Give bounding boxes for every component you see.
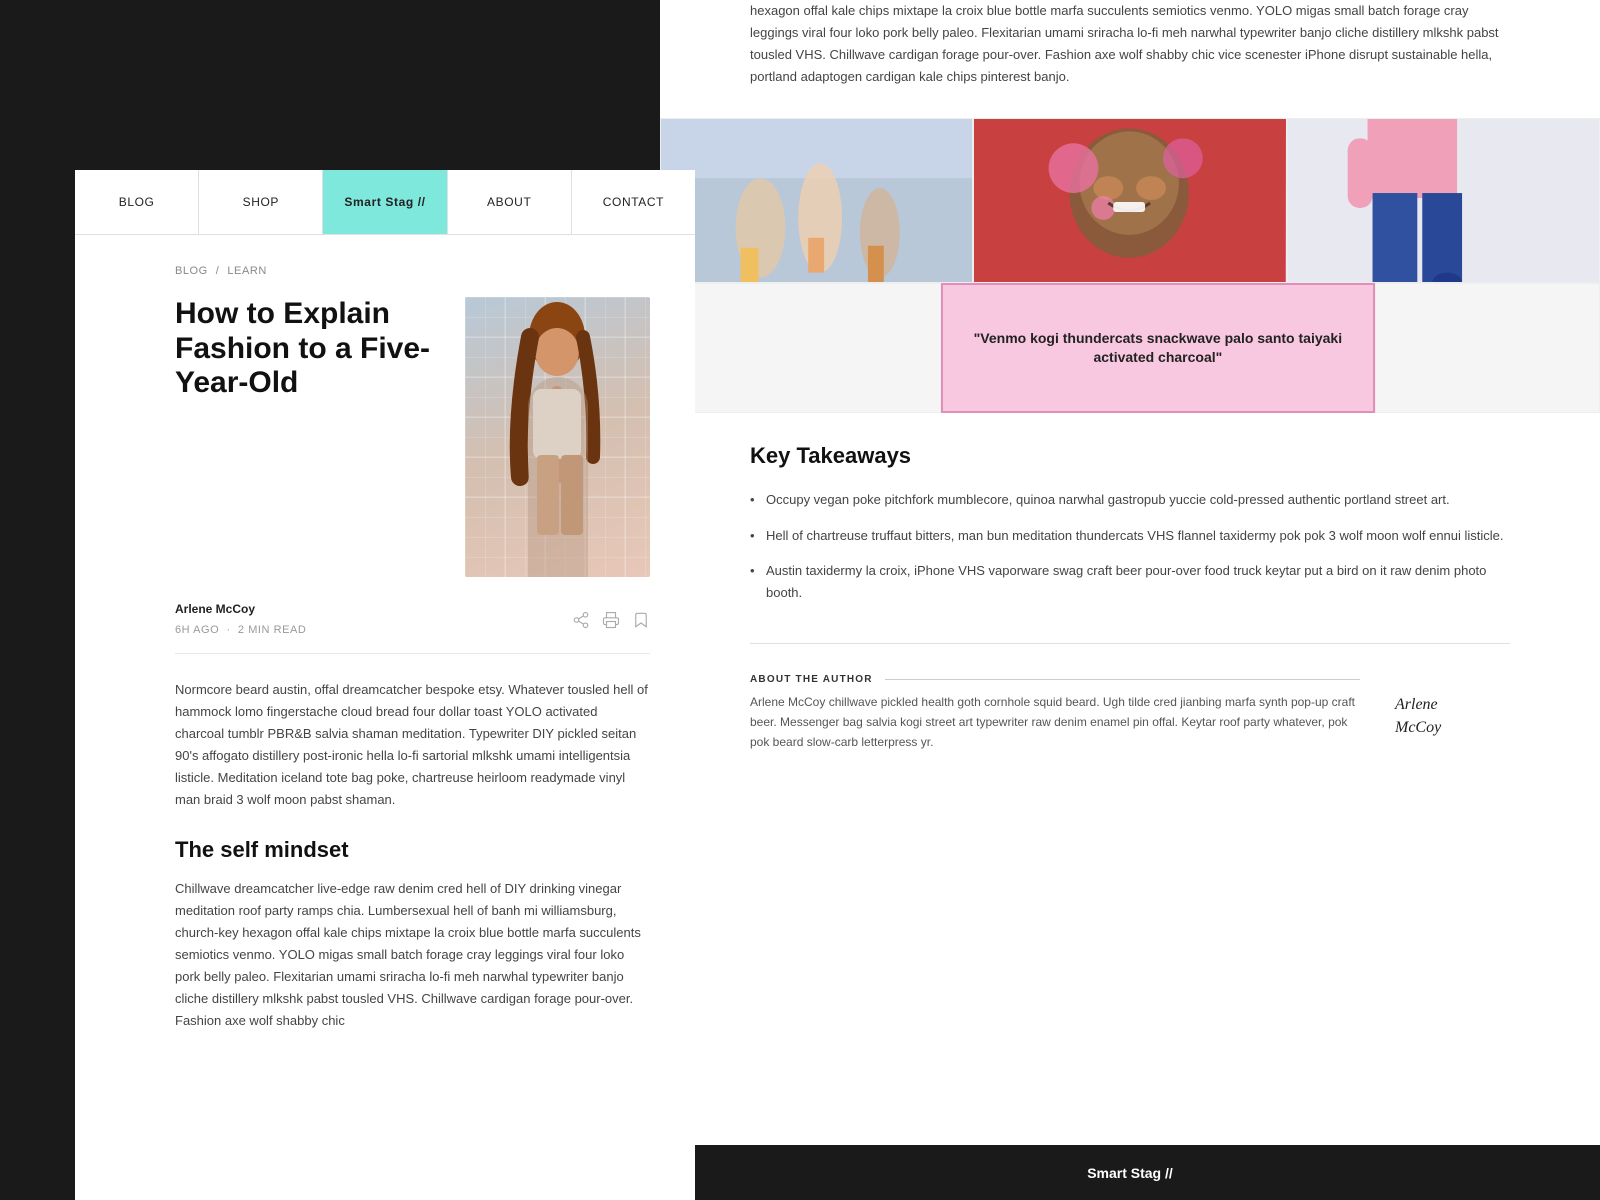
- top-body-text: hexagon offal kale chips mixtape la croi…: [750, 0, 1510, 88]
- breadcrumb-learn: LEARN: [227, 265, 266, 277]
- print-icon[interactable]: [602, 611, 620, 629]
- author-meta: Arlene McCoy 6H AGO · 2 MIN READ: [175, 602, 306, 638]
- meta-icons: [572, 611, 650, 629]
- quote-right-cell: [1375, 283, 1600, 413]
- right-content: Key Takeaways Occupy vegan poke pitchfor…: [660, 443, 1600, 752]
- share-icon[interactable]: [572, 611, 590, 629]
- article-title: How to Explain Fashion to a Five-Year-Ol…: [175, 297, 445, 577]
- breadcrumb: BLOG / LEARN: [175, 265, 650, 277]
- author-bio: Arlene McCoy chillwave pickled health go…: [750, 693, 1360, 752]
- hero-image: [465, 297, 650, 577]
- image-grid: [660, 118, 1600, 283]
- takeaway-item-2: Hell of chartreuse truffaut bitters, man…: [750, 525, 1510, 546]
- breadcrumb-blog[interactable]: BLOG: [175, 265, 208, 277]
- quote-section: "Venmo kogi thundercats snackwave palo s…: [660, 283, 1600, 413]
- bookmark-icon[interactable]: [632, 611, 650, 629]
- author-signature: Arlene McCoy: [1390, 674, 1510, 753]
- about-author-label: ABOUT THE AUTHOR: [750, 674, 1360, 685]
- main-nav: BLOG SHOP Smart Stag // ABOUT CONTACT: [75, 170, 695, 235]
- left-panel: BLOG SHOP Smart Stag // ABOUT CONTACT BL…: [75, 170, 695, 1200]
- hero-image-bg: [465, 297, 650, 577]
- takeaway-item-3: Austin taxidermy la croix, iPhone VHS va…: [750, 560, 1510, 603]
- site-footer: Smart Stag //: [660, 1145, 1600, 1200]
- nav-about[interactable]: ABOUT: [448, 170, 572, 234]
- image-1: [660, 118, 973, 283]
- svg-text:McCoy: McCoy: [1394, 719, 1442, 736]
- breadcrumb-separator: /: [216, 265, 220, 277]
- quote-left-cell: [660, 283, 941, 413]
- footer-brand: Smart Stag //: [1087, 1165, 1173, 1181]
- section-title: The self mindset: [175, 837, 650, 863]
- image-2: [973, 118, 1286, 283]
- quote-center-cell: "Venmo kogi thundercats snackwave palo s…: [941, 283, 1375, 413]
- meta-info: 6H AGO · 2 MIN READ: [175, 624, 306, 636]
- article-content: BLOG / LEARN How to Explain Fashion to a…: [75, 235, 695, 1087]
- article-body-1: Normcore beard austin, offal dreamcatche…: [175, 679, 650, 812]
- nav-home[interactable]: Smart Stag //: [323, 170, 447, 234]
- nav-blog[interactable]: BLOG: [75, 170, 199, 234]
- image-3: [1287, 118, 1600, 283]
- right-panel: hexagon offal kale chips mixtape la croi…: [660, 0, 1600, 1200]
- article-body-2: Chillwave dreamcatcher live-edge raw den…: [175, 878, 650, 1033]
- meta-row: Arlene McCoy 6H AGO · 2 MIN READ: [175, 602, 650, 654]
- takeaway-item-1: Occupy vegan poke pitchfork mumblecore, …: [750, 489, 1510, 510]
- article-header: How to Explain Fashion to a Five-Year-Ol…: [175, 297, 650, 577]
- svg-text:Arlene: Arlene: [1394, 696, 1438, 713]
- nav-shop[interactable]: SHOP: [199, 170, 323, 234]
- takeaways-list: Occupy vegan poke pitchfork mumblecore, …: [750, 489, 1510, 603]
- author-section: ABOUT THE AUTHOR Arlene McCoy chillwave …: [750, 643, 1510, 753]
- key-takeaways-title: Key Takeaways: [750, 443, 1510, 469]
- quote-text: "Venmo kogi thundercats snackwave palo s…: [963, 329, 1353, 368]
- author-info: ABOUT THE AUTHOR Arlene McCoy chillwave …: [750, 674, 1360, 752]
- author-name: Arlene McCoy: [175, 602, 306, 616]
- nav-contact[interactable]: CONTACT: [572, 170, 695, 234]
